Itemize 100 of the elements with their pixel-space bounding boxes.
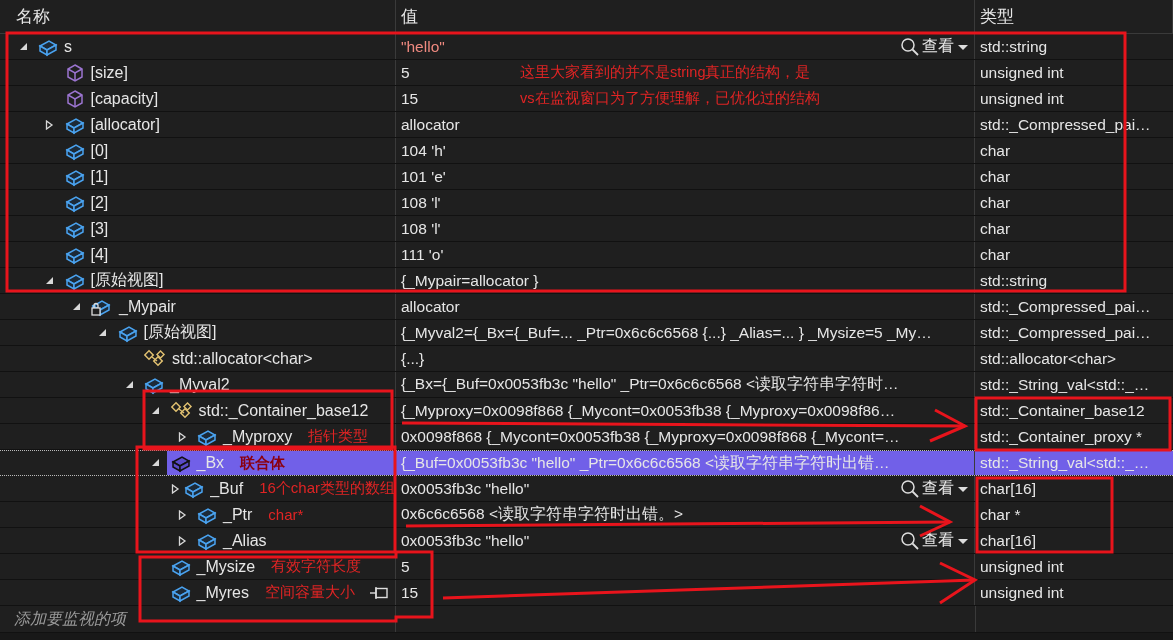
variable-name: std::allocator<char> xyxy=(172,349,313,368)
type-text: std::_Container_base12 xyxy=(980,401,1145,420)
value-text: 0x0053fb3c "hello" xyxy=(401,479,530,498)
variable-name: [capacity] xyxy=(90,89,159,108)
collapsed-triangle-icon[interactable] xyxy=(177,535,187,546)
expanded-triangle-icon[interactable] xyxy=(151,458,160,468)
annotation-text: 这里大家看到的并不是string真正的结构，是 xyxy=(520,63,811,82)
expanded-triangle-icon[interactable] xyxy=(71,301,81,312)
value-text: {_Buf=0x0053fb3c "hello" _Ptr=0x6c6c6568 <读取字符串字符时出错… xyxy=(401,452,890,473)
watch-row[interactable]: [1] 101 'e' char xyxy=(0,164,1173,190)
expanded-triangle-icon[interactable] xyxy=(18,41,28,52)
variable-name: [size] xyxy=(90,63,128,82)
type-text: char xyxy=(980,193,1011,212)
type-text: unsigned int xyxy=(980,89,1064,108)
box-icon xyxy=(170,453,191,473)
watch-row[interactable]: _Myres 空间容量大小 15 unsigned int xyxy=(0,580,1173,606)
watch-row[interactable]: [capacity] 15 vs在监视窗口为了方便理解，已优化过的结构 unsigned int xyxy=(0,86,1173,112)
watch-row[interactable]: [size] 5 这里大家看到的并不是string真正的结构，是 unsigned int xyxy=(0,60,1173,86)
variable-name: [原始视图] xyxy=(90,270,164,290)
variable-name: [4] xyxy=(90,245,109,264)
watch-row[interactable]: _Bx 联合体 {_Buf=0x0053fb3c "hello" _Ptr=0x6c6c6568 <读取字符串字符时出错… std::_String_val<std::_… xyxy=(0,450,1173,476)
annotation-text: char* xyxy=(268,506,304,523)
watch-row[interactable]: std::_Container_base12 {_Myproxy=0x0098f868 {_Mycont=0x0053fb38 {_Myproxy=0x0098f86… std::_Container_base12 xyxy=(0,398,1173,424)
type-text: std::_String_val<std::_… xyxy=(980,454,1150,472)
watch-row[interactable]: _Mysize 有效字符长度 5 unsigned int xyxy=(0,554,1173,580)
variable-name: _Myres xyxy=(196,583,249,602)
expanded-triangle-icon[interactable] xyxy=(45,275,54,286)
variable-name: _Alias xyxy=(223,531,267,550)
search-icon xyxy=(900,36,920,57)
watch-row[interactable]: [2] 108 'l' char xyxy=(0,190,1173,216)
value-text: 104 'h' xyxy=(401,141,446,160)
type-text: std::allocator<char> xyxy=(980,349,1117,368)
view-button[interactable]: 查看 xyxy=(896,478,974,499)
pin-icon[interactable] xyxy=(369,586,389,599)
collapsed-triangle-icon[interactable] xyxy=(171,483,181,494)
watch-row[interactable]: _Alias 0x0053fb3c "hello" 查看 char[16] xyxy=(0,528,1173,554)
view-button[interactable]: 查看 xyxy=(896,36,974,57)
expanded-triangle-icon[interactable] xyxy=(98,327,107,338)
value-text: 101 'e' xyxy=(401,167,446,186)
type-text: std::_Container_proxy * xyxy=(980,427,1142,446)
watch-row[interactable]: [原始视图] {_Mypair=allocator } std::string xyxy=(0,268,1173,294)
hierarchy-icon xyxy=(144,348,166,369)
variable-name: [allocator] xyxy=(90,115,160,134)
variable-name: _Mysize xyxy=(196,557,256,576)
hierarchy-icon xyxy=(170,400,193,421)
add-watch-field[interactable]: 添加要监视的项 xyxy=(0,606,396,632)
value-text: 15 xyxy=(401,583,419,602)
type-text: unsigned int xyxy=(980,63,1064,82)
view-button[interactable]: 查看 xyxy=(896,530,974,551)
watch-row[interactable]: s "hello" 查看 std::string xyxy=(0,34,1173,60)
collapsed-triangle-icon[interactable] xyxy=(45,119,54,130)
watch-row[interactable]: _Buf 16个char类型的数组 0x0053fb3c "hello" 查看 char[16] xyxy=(0,476,1173,502)
annotation-text: 空间容量大小 xyxy=(264,583,355,602)
value-text: 0x6c6c6568 <读取字符串字符时出错。> xyxy=(401,504,683,524)
collapsed-triangle-icon[interactable] xyxy=(177,509,187,520)
type-text: std::_Compressed_pai… xyxy=(980,323,1151,342)
value-text: 108 'l' xyxy=(401,193,441,212)
column-header: 类型 xyxy=(980,6,1014,28)
expanded-triangle-icon[interactable] xyxy=(124,379,134,390)
cube-icon xyxy=(64,62,85,83)
annotation-text: 联合体 xyxy=(240,453,286,473)
type-text: char[16] xyxy=(980,531,1036,550)
value-text: 108 'l' xyxy=(401,219,441,238)
type-text: char[16] xyxy=(980,479,1036,498)
variable-name: _Mypair xyxy=(119,297,176,316)
type-text: char * xyxy=(980,505,1021,524)
annotation-text: 16个char类型的数组 xyxy=(259,479,395,498)
value-text: {_Myproxy=0x0098f868 {_Mycont=0x0053fb38 {_Myproxy=0x0098f86… xyxy=(401,401,896,420)
collapsed-triangle-icon[interactable] xyxy=(177,431,187,442)
watch-row[interactable]: [0] 104 'h' char xyxy=(0,138,1173,164)
watch-row[interactable]: _Myproxy 指针类型 0x0098f868 {_Mycont=0x0053fb38 {_Myproxy=0x0098f868 {_Mycont=… std::_Container_proxy * xyxy=(0,424,1173,450)
watch-row[interactable]: [原始视图] {_Myval2={_Bx={_Buf=... _Ptr=0x6c6c6568 {...} _Alias=... } _Mysize=5 _My… std::_Compressed_pai… xyxy=(0,320,1173,346)
variable-name: _Myproxy xyxy=(223,427,293,446)
search-icon xyxy=(900,530,920,551)
value-text: allocator xyxy=(401,115,460,134)
watch-row[interactable]: [4] 111 'o' char xyxy=(0,242,1173,268)
value-text: 15 xyxy=(401,89,419,108)
value-text: 5 xyxy=(401,63,410,82)
annotation-text: vs在监视窗口为了方便理解，已优化过的结构 xyxy=(520,89,820,108)
type-text: std::_Compressed_pai… xyxy=(980,297,1151,316)
value-text: {...} xyxy=(401,349,425,368)
type-text: unsigned int xyxy=(980,557,1064,576)
variable-name: [2] xyxy=(90,193,109,212)
watch-row[interactable]: [3] 108 'l' char xyxy=(0,216,1173,242)
variable-name: [1] xyxy=(90,167,109,186)
expanded-triangle-icon[interactable] xyxy=(151,405,160,416)
watch-row[interactable]: _Ptr char* 0x6c6c6568 <读取字符串字符时出错。> char * xyxy=(0,502,1173,528)
watch-row[interactable]: _Myval2 {_Bx={_Buf=0x0053fb3c "hello" _Ptr=0x6c6c6568 <读取字符串字符时… std::_String_val<std::_… xyxy=(0,372,1173,398)
value-text: "hello" xyxy=(401,37,445,56)
type-text: char xyxy=(980,167,1011,186)
type-text: std::_String_val<std::_… xyxy=(980,375,1150,394)
variable-name: [3] xyxy=(90,219,109,238)
value-text: {_Mypair=allocator } xyxy=(401,271,539,290)
value-text: 0x0098f868 {_Mycont=0x0053fb38 {_Myproxy=0x0098f868 {_Mycont=… xyxy=(401,427,900,446)
value-text: 0x0053fb3c "hello" xyxy=(401,531,530,550)
variable-name: _Buf xyxy=(210,479,244,498)
watch-row[interactable]: _Mypair allocator std::_Compressed_pai… xyxy=(0,294,1173,320)
watch-row[interactable]: std::allocator<char> {...} std::allocator<char> xyxy=(0,346,1173,372)
variable-name: [原始视图] xyxy=(143,322,217,342)
variable-name: _Bx xyxy=(196,454,225,472)
